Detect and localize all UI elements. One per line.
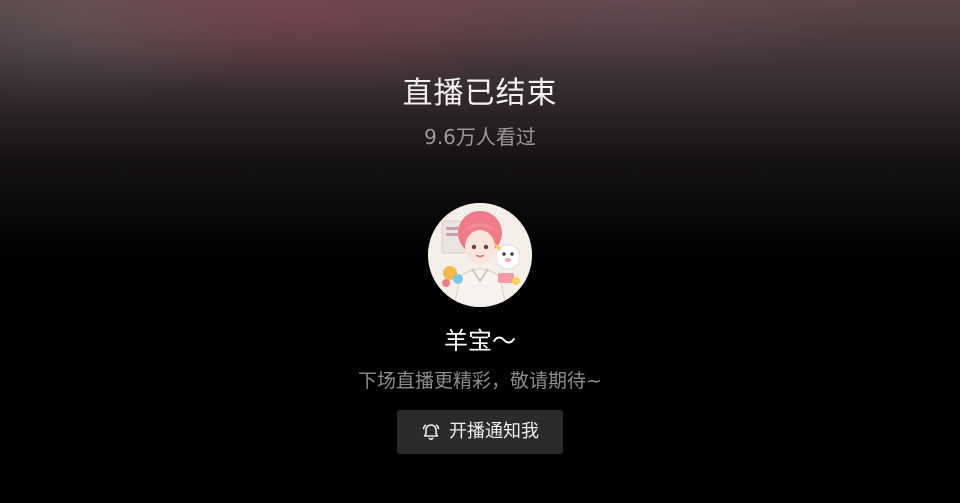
stream-ended-title: 直播已结束: [402, 76, 558, 111]
live-ended-page: 直播已结束 9.6万人看过 羊宝～ 下场直播更精彩，敬请期待~ 开播通知我: [0, 0, 960, 503]
streamer-avatar[interactable]: [428, 203, 532, 307]
viewer-count: 9.6万人看过: [424, 125, 536, 149]
bell-icon: [421, 422, 441, 442]
avatar-illustration: [428, 203, 532, 307]
next-stream-tagline: 下场直播更精彩，敬请期待~: [358, 370, 602, 392]
streamer-name: 羊宝～: [444, 327, 516, 355]
notify-me-button[interactable]: 开播通知我: [397, 410, 563, 454]
notify-me-label: 开播通知我: [449, 421, 539, 442]
